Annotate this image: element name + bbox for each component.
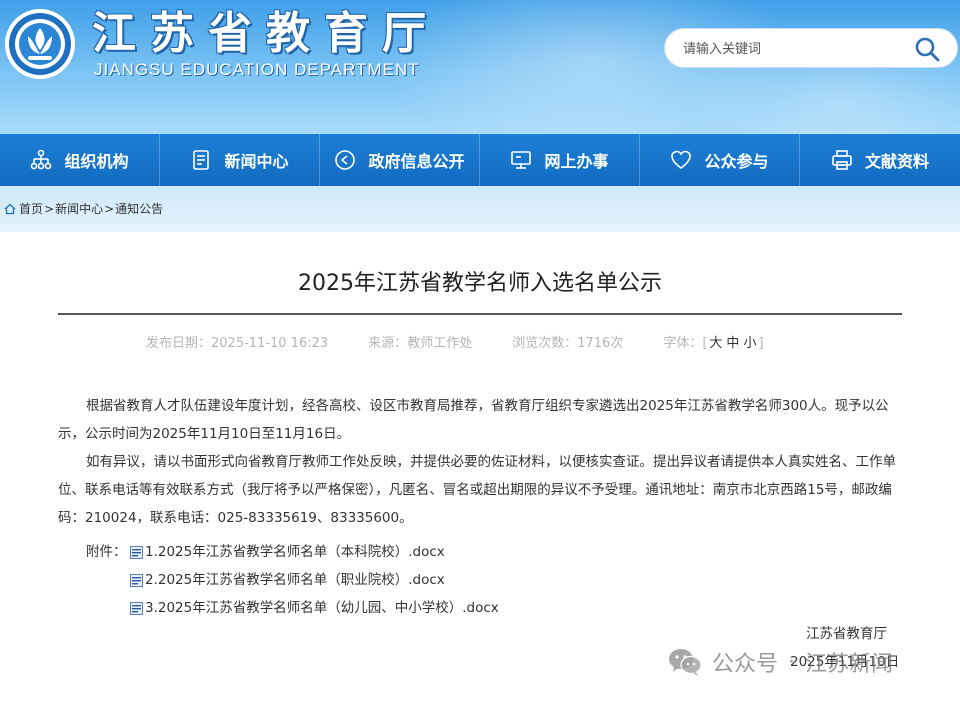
site-title: 江苏省教育厅 <box>92 8 440 59</box>
search-icon[interactable] <box>913 35 941 63</box>
wechat-icon <box>669 649 702 676</box>
watermark-dot: · <box>788 649 796 675</box>
paragraph: 如有异议，请以书面形式向省教育厅教师工作处反映，并提供必要的佐证材料，以便核实查… <box>58 454 896 526</box>
home-icon <box>4 203 16 214</box>
source-label: 来源： <box>368 336 408 351</box>
nav-item-online-services[interactable]: 网上办事 <box>480 134 640 186</box>
article-title: 2025年江苏省教学名师入选名单公示 <box>298 271 662 296</box>
paragraph: 根据省教育人才队伍建设年度计划，经各高校、设区市教育局推荐，省教育厅组织专家遴选… <box>58 398 889 442</box>
nav-item-label: 新闻中心 <box>224 152 289 171</box>
nav-item-label: 网上办事 <box>544 152 609 171</box>
font-large-button[interactable]: 大 <box>707 336 724 351</box>
printer-icon <box>832 150 852 170</box>
nav-item-government-info[interactable]: 政府信息公开 <box>320 134 480 186</box>
view-count: 1716次 <box>577 336 624 351</box>
title-divider <box>58 313 902 315</box>
document-icon <box>193 150 210 170</box>
breadcrumb-separator: > <box>44 201 55 216</box>
nav-item-public-participation[interactable]: 公众参与 <box>640 134 800 186</box>
font-medium-button[interactable]: 中 <box>724 336 741 351</box>
search-input[interactable] <box>683 38 903 60</box>
search-box <box>664 28 958 68</box>
views-label: 浏览次数： <box>512 336 578 351</box>
attachment-row: 2.2025年江苏省教学名师名单（职业院校）.docx <box>86 566 499 594</box>
font-bracket-close: ] <box>758 336 764 351</box>
attachments: 附件： 1.2025年江苏省教学名师名单（本科院校）.docx 2.2025年江… <box>86 538 499 622</box>
nav-item-label: 文献资料 <box>864 152 929 171</box>
nav-item-organization[interactable]: 组织机构 <box>0 134 160 186</box>
publish-date: 2025-11-10 16:23 <box>211 336 329 351</box>
nav-item-literature[interactable]: 文献资料 <box>800 134 960 186</box>
education-department-logo[interactable] <box>4 8 76 80</box>
source: 教师工作处 <box>407 336 473 351</box>
article-body: 根据省教育人才队伍建设年度计划，经各高校、设区市教育局推荐，省教育厅组织专家遴选… <box>58 392 902 532</box>
attachment-row: 3.2025年江苏省教学名师名单（幼儿园、中小学校）.docx <box>86 594 499 622</box>
breadcrumb-news[interactable]: 新闻中心 <box>55 200 103 217</box>
main-nav: 组织机构 新闻中心 政府信息公开 网上办事 公众参与 文献资料 <box>0 134 960 186</box>
attachment-row: 附件： 1.2025年江苏省教学名师名单（本科院校）.docx <box>86 538 499 566</box>
breadcrumb: 首页 > 新闻中心 > 通知公告 <box>4 200 163 217</box>
watermark-text: 公众号 <box>712 652 779 677</box>
word-document-icon <box>130 545 143 559</box>
breadcrumb-notice[interactable]: 通知公告 <box>115 200 163 217</box>
watermark: 公众号 · 江苏新闻 <box>668 646 893 678</box>
nav-item-news[interactable]: 新闻中心 <box>160 134 320 186</box>
nav-item-label: 政府信息公开 <box>368 152 465 171</box>
attachment-link[interactable]: 3.2025年江苏省教学名师名单（幼儿园、中小学校）.docx <box>145 594 499 622</box>
breadcrumb-bar: 首页 > 新闻中心 > 通知公告 <box>0 186 960 232</box>
nav-item-label: 公众参与 <box>704 152 769 171</box>
font-size-control: 字体：[大中小] <box>663 336 763 351</box>
attachment-link[interactable]: 2.2025年江苏省教学名师名单（职业院校）.docx <box>145 566 445 594</box>
attachment-link[interactable]: 1.2025年江苏省教学名师名单（本科院校）.docx <box>145 538 445 566</box>
nav-item-label: 组织机构 <box>64 152 129 171</box>
article-meta: 发布日期：2025-11-10 16:23 来源：教师工作处 浏览次数：1716次 字… <box>146 332 764 351</box>
site-title-english: JIANGSU EDUCATION DEPARTMENT <box>94 60 420 79</box>
word-document-icon <box>130 573 143 587</box>
attachments-label: 附件： <box>86 544 127 560</box>
breadcrumb-separator: > <box>104 201 115 216</box>
watermark-text: 江苏新闻 <box>805 652 894 677</box>
font-size-label: 字体： <box>663 336 703 351</box>
signature-organization: 江苏省教育厅 <box>806 626 887 642</box>
org-chart-icon <box>31 149 52 170</box>
play-circle-icon <box>335 150 356 170</box>
publish-date-label: 发布日期： <box>146 336 212 351</box>
monitor-icon <box>511 151 532 169</box>
word-document-icon <box>130 601 143 615</box>
font-small-button[interactable]: 小 <box>741 336 758 351</box>
breadcrumb-home[interactable]: 首页 <box>19 200 43 217</box>
heart-icon <box>671 150 692 169</box>
site-header: 江苏省教育厅 JIANGSU EDUCATION DEPARTMENT <box>0 0 960 134</box>
